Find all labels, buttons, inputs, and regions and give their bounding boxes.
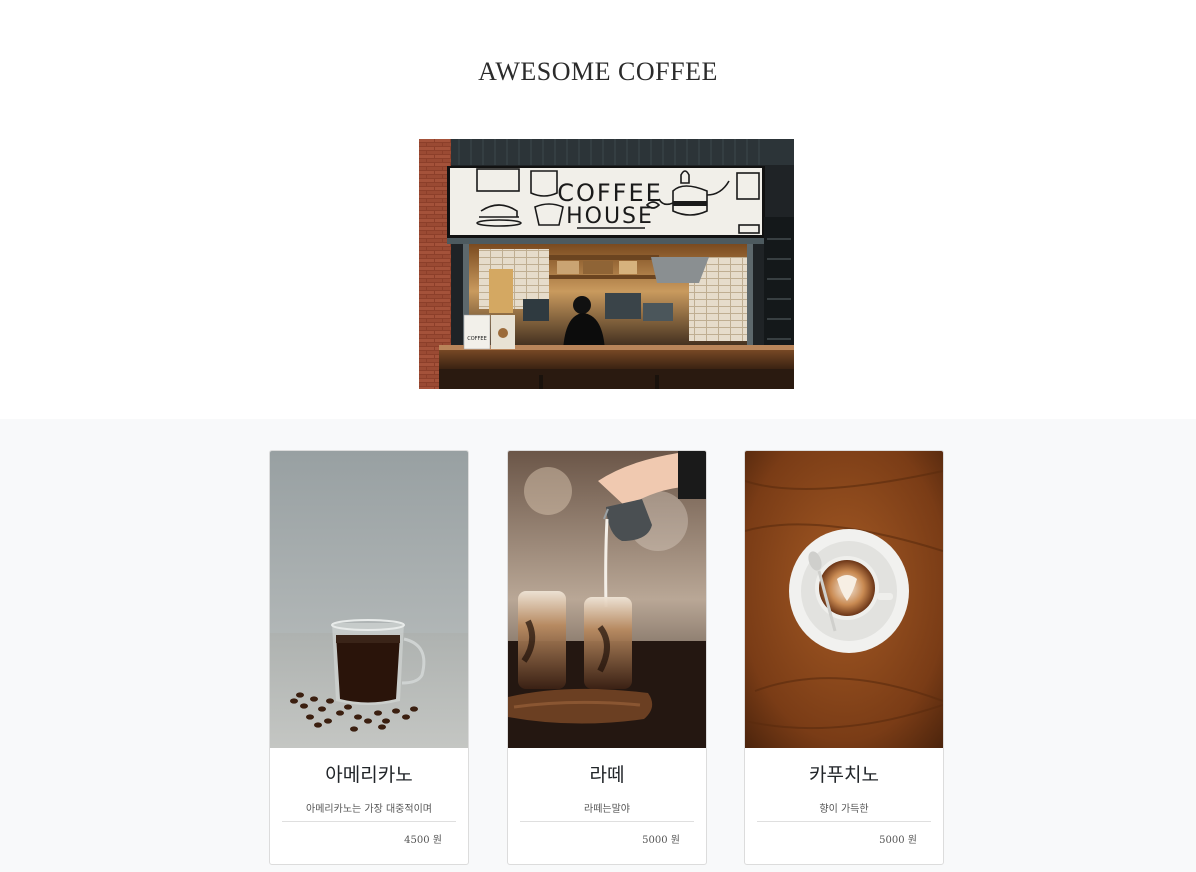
card-divider xyxy=(520,821,694,822)
menu-item-price: 4500 원 xyxy=(404,835,442,846)
coffee-house-storefront-image: COFFEE HOUSE COFFEE xyxy=(419,139,794,389)
cappuccino-image xyxy=(745,451,943,748)
hero-section: AWESOME COFFEE COFFEE HOUSE COFFEE xyxy=(0,0,1196,419)
americano-image xyxy=(270,451,468,748)
menu-item-price: 5000 원 xyxy=(879,835,917,846)
counter-cup-label: COFFEE xyxy=(467,336,487,342)
menu-card-latte[interactable]: 라떼 라떼는말야 5000 원 xyxy=(507,450,707,865)
menu-item-price: 5000 원 xyxy=(642,835,680,846)
sign-house-text: HOUSE xyxy=(566,204,654,229)
menu-card-cappuccino[interactable]: 카푸치노 향이 가득한 5000 원 xyxy=(744,450,944,865)
card-body: 카푸치노 향이 가득한 5000 원 xyxy=(745,748,943,864)
card-body: 라떼 라떼는말야 5000 원 xyxy=(508,748,706,864)
menu-section: 아메리카노 아메리카노는 가장 대중적이며 4500 원 라떼 라떼는말야 50… xyxy=(0,419,1196,872)
sign-coffee-text: COFFEE xyxy=(557,179,663,207)
card-divider xyxy=(757,821,931,822)
menu-item-name: 카푸치노 xyxy=(809,764,879,786)
menu-item-description: 향이 가득한 xyxy=(819,804,869,815)
card-body: 아메리카노 아메리카노는 가장 대중적이며 4500 원 xyxy=(270,748,468,864)
site-title: AWESOME COFFEE xyxy=(478,57,718,86)
menu-item-description: 라떼는말야 xyxy=(584,804,630,815)
menu-card-americano[interactable]: 아메리카노 아메리카노는 가장 대중적이며 4500 원 xyxy=(269,450,469,865)
latte-image xyxy=(508,451,706,748)
menu-item-description: 아메리카노는 가장 대중적이며 xyxy=(306,804,432,815)
card-divider xyxy=(282,821,456,822)
menu-item-name: 아메리카노 xyxy=(325,764,413,786)
menu-item-name: 라떼 xyxy=(589,764,625,786)
